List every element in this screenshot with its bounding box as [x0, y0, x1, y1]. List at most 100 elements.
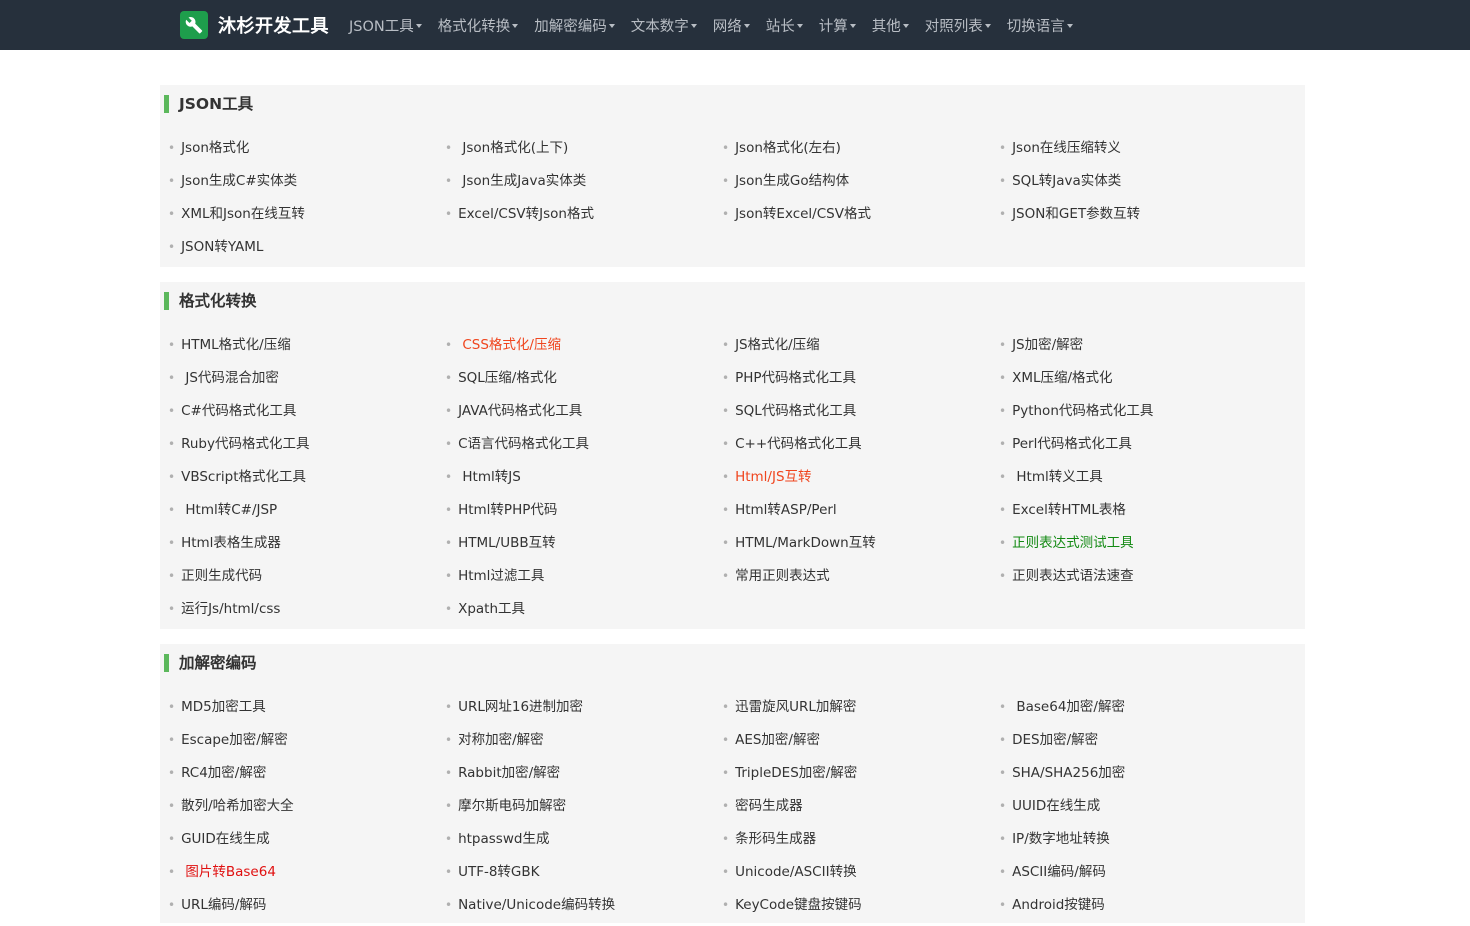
tool-link[interactable]: MD5加密工具 — [181, 699, 266, 715]
bullet-dot-icon: • — [999, 207, 1007, 221]
tool-link[interactable]: JSON和GET参数互转 — [1012, 206, 1140, 222]
nav-dropdown-item[interactable]: 加解密编码 — [526, 0, 623, 50]
nav-dropdown-item[interactable]: 网络 — [705, 0, 758, 50]
tool-link[interactable]: Html转JS — [458, 469, 520, 485]
nav-dropdown-item[interactable]: JSON工具 — [341, 0, 430, 50]
tool-link[interactable]: Xpath工具 — [458, 601, 525, 617]
nav-dropdown-item[interactable]: 站长 — [758, 0, 811, 50]
tool-link[interactable]: Android按键码 — [1012, 897, 1105, 913]
tool-link[interactable]: SQL压缩/格式化 — [458, 370, 557, 386]
brand-home-link[interactable]: 沐杉开发工具 — [180, 11, 329, 39]
tool-link[interactable]: XML压缩/格式化 — [1012, 370, 1112, 386]
bullet-dot-icon: • — [722, 207, 730, 221]
tool-link[interactable]: C#代码格式化工具 — [181, 403, 296, 419]
tool-link[interactable]: HTML/UBB互转 — [458, 535, 556, 551]
tool-link[interactable]: 正则表达式测试工具 — [1012, 535, 1134, 551]
bullet-dot-icon: • — [999, 832, 1007, 846]
tool-link[interactable]: Json格式化(左右) — [735, 140, 841, 156]
tool-link[interactable]: Base64加密/解密 — [1012, 699, 1125, 715]
tool-link[interactable]: GUID在线生成 — [181, 831, 270, 847]
nav-dropdown-item[interactable]: 计算 — [811, 0, 864, 50]
tool-link[interactable]: AES加密/解密 — [735, 732, 820, 748]
tool-link[interactable]: Rabbit加密/解密 — [458, 765, 560, 781]
tool-link[interactable]: Html/JS互转 — [735, 469, 811, 485]
tool-link[interactable]: JS代码混合加密 — [181, 370, 279, 386]
tool-link[interactable]: C++代码格式化工具 — [735, 436, 862, 452]
tool-link[interactable]: 图片转Base64 — [181, 864, 276, 880]
tool-link[interactable]: URL编码/解码 — [181, 897, 266, 913]
tool-link[interactable]: Unicode/ASCII转换 — [735, 864, 857, 880]
bullet-dot-icon: • — [445, 174, 453, 188]
tool-link[interactable]: DES加密/解密 — [1012, 732, 1098, 748]
tool-link[interactable]: XML和Json在线互转 — [181, 206, 305, 222]
tool-link[interactable]: Html转ASP/Perl — [735, 502, 837, 518]
tool-link[interactable]: Html转义工具 — [1012, 469, 1102, 485]
tool-link[interactable]: Native/Unicode编码转换 — [458, 897, 615, 913]
section-encrypt-encode: 加解密编码 • MD5加密工具 • URL网址16进制加密 • 迅雷旋风URL加解密 • B… — [160, 644, 1305, 923]
tool-link[interactable]: SQL代码格式化工具 — [735, 403, 856, 419]
tool-link[interactable]: RC4加密/解密 — [181, 765, 266, 781]
tool-link[interactable]: Json生成C#实体类 — [181, 173, 297, 189]
tool-link-item: • SQL压缩/格式化 — [445, 366, 722, 399]
tool-link[interactable]: 正则表达式语法速查 — [1012, 568, 1134, 584]
tool-link[interactable]: JAVA代码格式化工具 — [458, 403, 582, 419]
caret-down-icon — [1066, 24, 1073, 28]
tool-link[interactable]: Json格式化(上下) — [458, 140, 568, 156]
tool-link[interactable]: HTML格式化/压缩 — [181, 337, 291, 353]
tool-link[interactable]: Ruby代码格式化工具 — [181, 436, 309, 452]
tool-link[interactable]: Html表格生成器 — [181, 535, 281, 551]
nav-item-label: 加解密编码 — [534, 18, 607, 35]
tool-link[interactable]: 条形码生成器 — [735, 831, 816, 847]
tool-link[interactable]: 散列/哈希加密大全 — [181, 798, 294, 814]
nav-dropdown-item[interactable]: 格式化转换 — [430, 0, 527, 50]
tool-link[interactable]: Json在线压缩转义 — [1012, 140, 1121, 156]
tool-link[interactable]: Excel/CSV转Json格式 — [458, 206, 594, 222]
tool-link[interactable]: htpasswd生成 — [458, 831, 549, 847]
nav-dropdown-item[interactable]: 其他 — [864, 0, 917, 50]
tool-link[interactable]: JSON转YAML — [181, 239, 263, 255]
nav-dropdown-item[interactable]: 文本数字 — [623, 0, 705, 50]
tool-link[interactable]: Escape加密/解密 — [181, 732, 288, 748]
tool-link[interactable]: Json格式化 — [181, 140, 249, 156]
tool-link[interactable]: C语言代码格式化工具 — [458, 436, 589, 452]
tool-link[interactable]: VBScript格式化工具 — [181, 469, 306, 485]
tool-link[interactable]: 常用正则表达式 — [735, 568, 830, 584]
tool-link-item: • JAVA代码格式化工具 — [445, 399, 722, 432]
tool-link[interactable]: SQL转Java实体类 — [1012, 173, 1121, 189]
tool-link[interactable]: Html过滤工具 — [458, 568, 544, 584]
tool-link[interactable]: JS格式化/压缩 — [735, 337, 820, 353]
bullet-dot-icon: • — [168, 865, 176, 879]
tool-link[interactable]: Json转Excel/CSV格式 — [735, 206, 871, 222]
tool-link[interactable]: PHP代码格式化工具 — [735, 370, 856, 386]
tool-link[interactable]: Python代码格式化工具 — [1012, 403, 1153, 419]
nav-dropdown-item[interactable]: 切换语言 — [999, 0, 1081, 50]
tool-link[interactable]: Json生成Go结构体 — [735, 173, 849, 189]
tool-link[interactable]: 摩尔斯电码加解密 — [458, 798, 566, 814]
tool-link[interactable]: 密码生成器 — [735, 798, 803, 814]
tool-link[interactable]: Html转C#/JSP — [181, 502, 277, 518]
tool-link[interactable]: HTML/MarkDown互转 — [735, 535, 876, 551]
tool-link[interactable]: UTF-8转GBK — [458, 864, 539, 880]
tool-link[interactable]: Json生成Java实体类 — [458, 173, 586, 189]
tool-link[interactable]: URL网址16进制加密 — [458, 699, 583, 715]
tool-link[interactable]: SHA/SHA256加密 — [1012, 765, 1125, 781]
nav-dropdown-item[interactable]: 对照列表 — [917, 0, 999, 50]
tool-link[interactable]: CSS格式化/压缩 — [458, 337, 561, 353]
tool-link-item: • XML和Json在线互转 — [168, 202, 445, 235]
bullet-dot-icon: • — [168, 569, 176, 583]
bullet-dot-icon: • — [445, 832, 453, 846]
tool-link[interactable]: JS加密/解密 — [1012, 337, 1083, 353]
tool-link[interactable]: TripleDES加密/解密 — [735, 765, 857, 781]
tool-link[interactable]: ASCII编码/解码 — [1012, 864, 1106, 880]
tool-link[interactable]: IP/数字地址转换 — [1012, 831, 1110, 847]
bullet-dot-icon: • — [168, 174, 176, 188]
tool-link[interactable]: 对称加密/解密 — [458, 732, 544, 748]
tool-link[interactable]: Perl代码格式化工具 — [1012, 436, 1132, 452]
tool-link[interactable]: 迅雷旋风URL加解密 — [735, 699, 856, 715]
tool-link[interactable]: Excel转HTML表格 — [1012, 502, 1126, 518]
tool-link[interactable]: KeyCode键盘按键码 — [735, 897, 862, 913]
tool-link[interactable]: 正则生成代码 — [181, 568, 262, 584]
tool-link[interactable]: UUID在线生成 — [1012, 798, 1100, 814]
tool-link[interactable]: Html转PHP代码 — [458, 502, 557, 518]
tool-link[interactable]: 运行Js/html/css — [181, 601, 280, 617]
